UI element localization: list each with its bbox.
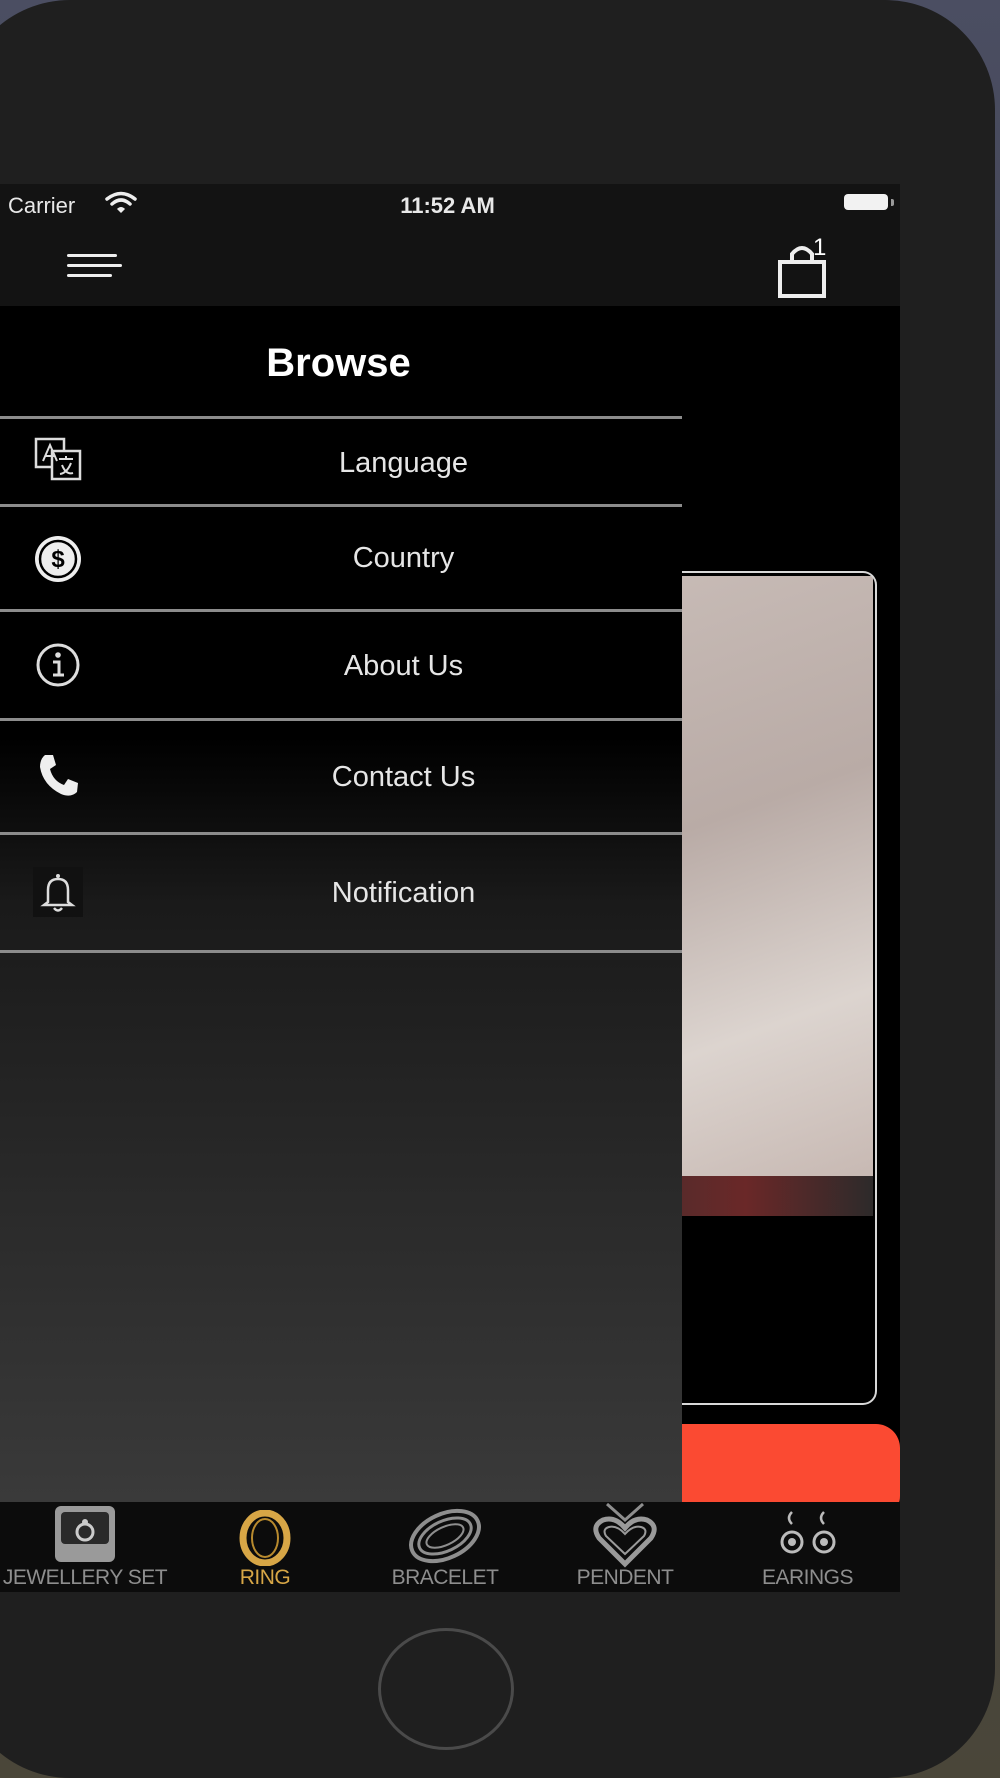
tab-jewellery-set[interactable]: JEWELLERY SET	[0, 1502, 175, 1592]
menu-item-contact-us[interactable]: Contact Us	[0, 721, 682, 832]
tab-label: PENDENT	[576, 1566, 674, 1589]
menu-item-language[interactable]: Language	[0, 419, 682, 504]
tab-pendent[interactable]: PENDENT	[535, 1502, 715, 1592]
tab-label: JEWELLERY SET	[2, 1566, 168, 1589]
menu-item-country[interactable]: $ Country	[0, 507, 682, 609]
menu-item-label: Notification	[331, 877, 476, 909]
ring-icon	[239, 1510, 291, 1566]
menu-item-label: About Us	[343, 650, 464, 682]
menu-item-notification[interactable]: Notification	[0, 835, 682, 950]
bell-icon	[33, 867, 83, 917]
menu-item-label: Contact Us	[331, 761, 476, 793]
tab-bracelet[interactable]: BRACELET	[355, 1502, 535, 1592]
tab-label: RING	[239, 1566, 291, 1589]
svg-text:$: $	[51, 546, 65, 573]
bottom-tab-bar: JEWELLERY SET RING BRACELET PENDENT EARI…	[0, 1502, 900, 1592]
info-icon	[36, 643, 80, 687]
dollar-icon: $	[35, 536, 81, 582]
top-navbar: 1	[0, 226, 900, 306]
tab-label: EARINGS	[761, 1566, 854, 1589]
divider	[0, 950, 682, 953]
translate-icon	[34, 437, 82, 481]
battery-icon	[844, 194, 894, 210]
menu-item-label: Language	[338, 447, 469, 479]
drawer-title: Browse	[266, 341, 411, 385]
home-button[interactable]	[378, 1628, 514, 1750]
status-bar: Carrier 11:52 AM	[0, 184, 900, 226]
tab-ring[interactable]: RING	[175, 1502, 355, 1592]
phone-frame: Carrier 11:52 AM 1 Browse Language $ Cou…	[0, 0, 995, 1778]
hamburger-menu-icon[interactable]	[67, 250, 127, 290]
app-screen: Carrier 11:52 AM 1 Browse Language $ Cou…	[0, 184, 900, 1592]
cart-count-badge: 1	[813, 234, 827, 261]
tab-earings[interactable]: EARINGS	[715, 1502, 900, 1592]
jewellery-box-icon	[55, 1506, 115, 1562]
menu-item-label: Country	[352, 542, 455, 574]
earrings-icon	[780, 1511, 835, 1554]
side-drawer: Browse Language $ Country About Us Conta…	[0, 306, 682, 1502]
heart-pendant-icon	[593, 1502, 657, 1568]
phone-icon	[40, 755, 78, 796]
menu-item-about-us[interactable]: About Us	[0, 612, 682, 718]
tab-label: BRACELET	[391, 1566, 499, 1589]
clock: 11:52 AM	[400, 193, 495, 218]
bracelet-icon	[409, 1508, 481, 1564]
